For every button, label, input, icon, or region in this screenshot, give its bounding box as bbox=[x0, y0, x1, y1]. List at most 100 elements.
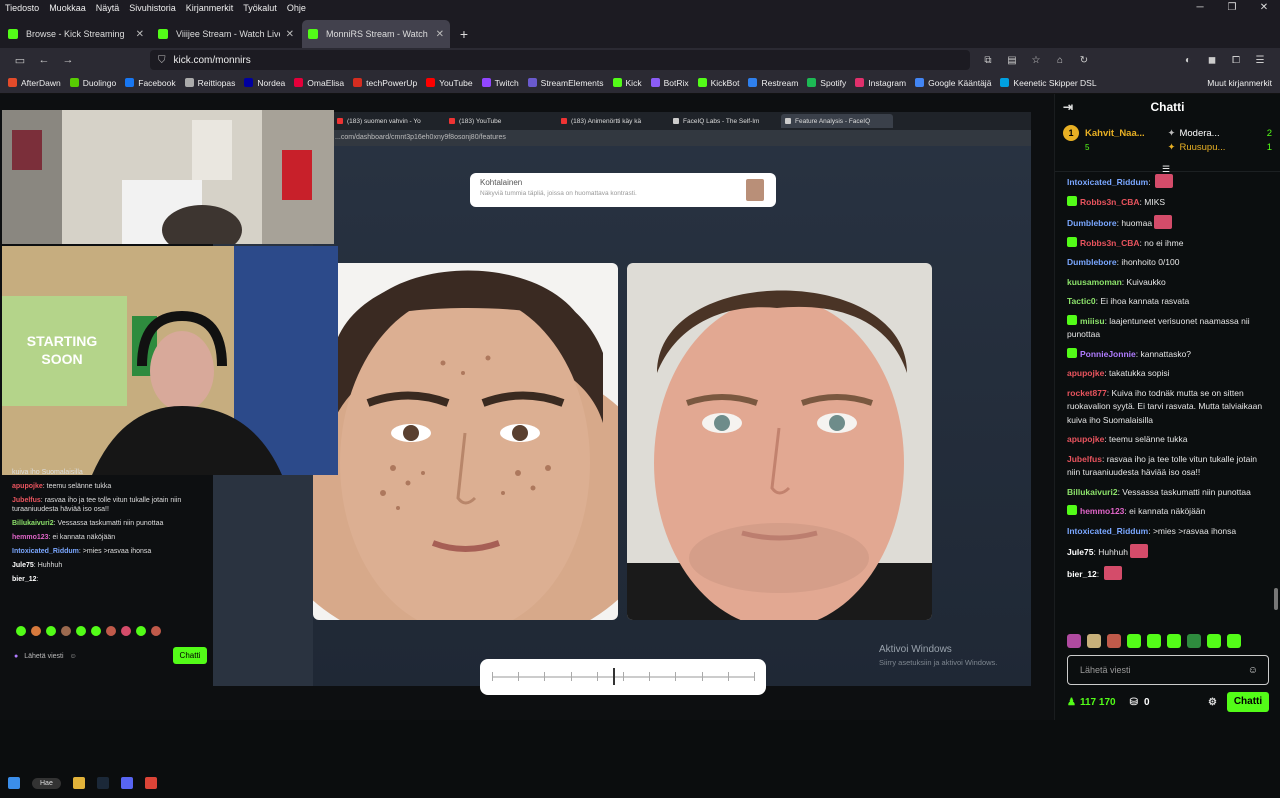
screenshot-icon[interactable]: ⧉ bbox=[976, 55, 1000, 66]
bookmark-item[interactable]: Kick bbox=[612, 77, 642, 88]
emote-icon[interactable] bbox=[1067, 634, 1081, 648]
bookmark-item[interactable]: YouTube bbox=[426, 78, 473, 88]
chat-scrollbar[interactable] bbox=[1274, 588, 1278, 610]
emote-icon[interactable] bbox=[121, 626, 131, 636]
bookmark-item[interactable]: AfterDawn bbox=[8, 78, 61, 88]
bookmark-item[interactable]: OmaElisa bbox=[294, 78, 344, 88]
tab-close-icon[interactable]: ✕ bbox=[136, 29, 144, 40]
emote-icon[interactable] bbox=[151, 626, 161, 636]
bookmark-item[interactable]: Nordea bbox=[244, 78, 285, 88]
emote-icon[interactable] bbox=[31, 626, 41, 636]
bookmark-item[interactable]: Spotify bbox=[807, 78, 846, 88]
emote-icon[interactable] bbox=[1147, 634, 1161, 648]
emote-icon[interactable] bbox=[1087, 634, 1101, 648]
menu-icon[interactable]: ☰ bbox=[1248, 55, 1272, 66]
bookmark-star-icon[interactable]: ☆ bbox=[1024, 55, 1048, 66]
leaderboard-others[interactable]: ✦ Modera... 2 ✦ Ruusupu... 1 bbox=[1168, 126, 1273, 165]
reload-icon[interactable]: ↻ bbox=[1072, 55, 1096, 66]
menu-bookmarks[interactable]: Kirjanmerkit bbox=[181, 3, 239, 13]
emote-icon[interactable] bbox=[1187, 634, 1201, 648]
menu-tools[interactable]: Työkalut bbox=[238, 3, 282, 13]
extension-icon[interactable]: ◐ bbox=[1176, 55, 1200, 66]
chat-username[interactable]: kuusamoman bbox=[1067, 277, 1122, 287]
chat-username[interactable]: Jubelfus bbox=[1067, 454, 1102, 464]
emoji-icon[interactable]: ☺ bbox=[1248, 665, 1258, 676]
emote-icon[interactable] bbox=[1167, 634, 1181, 648]
chat-username[interactable]: Intoxicated_Riddum bbox=[1067, 177, 1148, 187]
settings-gear-icon[interactable]: ⚙ bbox=[1208, 697, 1217, 708]
overlay-chat-username: Billukaivuri2 bbox=[12, 520, 54, 527]
tab-monnirs-stream[interactable]: MonniRS Stream - Watch Li ✕ bbox=[302, 20, 450, 48]
slider-thumb[interactable] bbox=[612, 668, 615, 685]
chat-send-button[interactable]: Chatti bbox=[1227, 692, 1269, 712]
other-bookmarks[interactable]: Muut kirjanmerkit bbox=[1207, 78, 1272, 88]
bookmark-item[interactable]: Instagram bbox=[855, 78, 906, 88]
bookmark-item[interactable]: Facebook bbox=[125, 78, 176, 88]
new-tab-button[interactable]: + bbox=[452, 20, 476, 48]
stream-player[interactable]: (183) suomen vahvin - Yo (183) YouTube (18… bbox=[0, 94, 1054, 789]
severity-slider[interactable] bbox=[480, 659, 766, 695]
chat-username[interactable]: bier_12 bbox=[1067, 569, 1097, 579]
menu-view[interactable]: Näytä bbox=[91, 3, 125, 13]
forward-icon[interactable]: → bbox=[56, 54, 80, 66]
collapse-chat-icon[interactable]: ⇥ bbox=[1063, 100, 1073, 114]
chat-username[interactable]: apupojke bbox=[1067, 434, 1104, 444]
bookmark-item[interactable]: Reittiopas bbox=[184, 78, 235, 88]
bookmark-item[interactable]: Restream bbox=[748, 78, 798, 88]
chat-username[interactable]: Dumblebore bbox=[1067, 218, 1117, 228]
chat-username[interactable]: apupojke bbox=[1067, 368, 1104, 378]
reader-icon[interactable]: ▤ bbox=[1000, 55, 1024, 66]
menu-help[interactable]: Ohje bbox=[282, 3, 311, 13]
emote-icon[interactable] bbox=[1127, 634, 1141, 648]
emote-icon[interactable] bbox=[1107, 634, 1121, 648]
leaderboard-first[interactable]: 1 Kahvit_Naa... 5 bbox=[1063, 125, 1168, 165]
bookmark-item[interactable]: StreamElements bbox=[527, 78, 604, 88]
chat-username[interactable]: Intoxicated_Riddum bbox=[1067, 526, 1148, 536]
bookmark-label: Kick bbox=[625, 77, 642, 88]
bookmark-item[interactable]: Google Kääntäjä bbox=[915, 78, 991, 88]
chat-username[interactable]: Robbs3n_CBA bbox=[1080, 238, 1140, 248]
emote-icon[interactable] bbox=[1207, 634, 1221, 648]
menu-history[interactable]: Sivuhistoria bbox=[124, 3, 181, 13]
address-bar[interactable]: ⛉ kick.com/monnirs bbox=[150, 50, 970, 70]
chat-message-input[interactable]: Lähetä viesti ☺ bbox=[1067, 655, 1269, 685]
chat-username[interactable]: hemmo123 bbox=[1080, 506, 1124, 516]
emote-icon[interactable] bbox=[46, 626, 56, 636]
ublock-icon[interactable]: ◼ bbox=[1200, 55, 1224, 66]
emote-icon[interactable] bbox=[16, 626, 26, 636]
chat-username[interactable]: Jule75 bbox=[1067, 547, 1093, 557]
tab-browse-kick[interactable]: Browse - Kick Streaming ✕ bbox=[2, 20, 150, 48]
points-icon[interactable]: ⛁ bbox=[1130, 697, 1138, 708]
minimize-icon[interactable]: ─ bbox=[1184, 0, 1216, 16]
chat-username[interactable]: Tactic0 bbox=[1067, 296, 1096, 306]
bookmark-item[interactable]: Twitch bbox=[481, 78, 519, 88]
tab-close-icon[interactable]: ✕ bbox=[436, 29, 444, 40]
back-icon[interactable]: ← bbox=[32, 54, 56, 66]
extensions-icon[interactable]: ⧠ bbox=[1224, 55, 1248, 66]
tab-viiijee-stream[interactable]: Viiijee Stream - Watch Live ✕ bbox=[152, 20, 300, 48]
emote-icon[interactable] bbox=[106, 626, 116, 636]
close-icon[interactable]: ✕ bbox=[1248, 0, 1280, 16]
chat-username[interactable]: Dumblebore bbox=[1067, 257, 1117, 267]
chat-username[interactable]: miiisu bbox=[1080, 316, 1105, 326]
menu-edit[interactable]: Muokkaa bbox=[44, 3, 91, 13]
chat-username[interactable]: Robbs3n_CBA bbox=[1080, 197, 1140, 207]
chat-username[interactable]: PonnieJonnie bbox=[1080, 349, 1136, 359]
emote-icon[interactable] bbox=[1227, 634, 1241, 648]
menu-file[interactable]: Tiedosto bbox=[0, 3, 44, 13]
emote-icon[interactable] bbox=[136, 626, 146, 636]
emote-icon[interactable] bbox=[76, 626, 86, 636]
chat-username[interactable]: rocket877 bbox=[1067, 388, 1107, 398]
emote-icon[interactable] bbox=[61, 626, 71, 636]
tab-close-icon[interactable]: ✕ bbox=[286, 29, 294, 40]
bookmark-item[interactable]: Keenetic Skipper DSL bbox=[1000, 78, 1097, 88]
home-icon[interactable]: ⌂ bbox=[1048, 55, 1072, 66]
emote-icon[interactable] bbox=[91, 626, 101, 636]
maximize-icon[interactable]: ❐ bbox=[1216, 0, 1248, 16]
sidebar-toggle-icon[interactable]: ▭ bbox=[8, 54, 32, 67]
bookmark-item[interactable]: techPowerUp bbox=[353, 78, 417, 88]
bookmark-item[interactable]: Duolingo bbox=[69, 78, 116, 88]
bookmark-item[interactable]: BotRix bbox=[650, 78, 689, 88]
chat-username[interactable]: Billukaivuri2 bbox=[1067, 487, 1118, 497]
bookmark-item[interactable]: KickBot bbox=[697, 78, 739, 88]
